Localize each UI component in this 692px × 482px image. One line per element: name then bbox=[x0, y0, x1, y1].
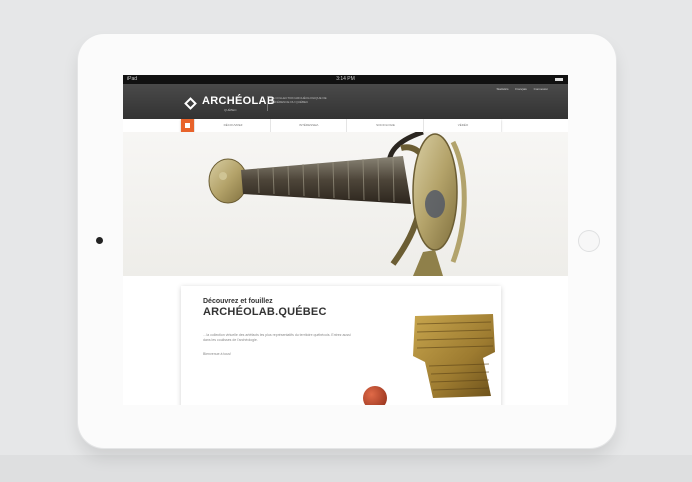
battery-icon bbox=[555, 78, 563, 81]
hero-image-sword bbox=[208, 132, 467, 276]
site-logo[interactable]: ARCHÉOLAB bbox=[202, 95, 275, 107]
intro-body: …la collection virtuelle des artéfacts l… bbox=[203, 333, 351, 342]
home-button[interactable] bbox=[578, 230, 600, 252]
intro-greeting: Bienvenue à tous! bbox=[203, 352, 232, 356]
divider bbox=[267, 96, 268, 111]
hero-carousel[interactable] bbox=[123, 132, 568, 276]
status-bar: iPad 3:14 PM bbox=[123, 75, 568, 84]
backdrop-floor bbox=[0, 455, 692, 482]
intro-heading: Découvrez et fouillez bbox=[203, 298, 273, 305]
camera bbox=[96, 237, 103, 244]
utility-link-language[interactable]: Français bbox=[515, 87, 527, 91]
utility-link-login[interactable]: Connexion bbox=[534, 87, 548, 91]
clock: 3:14 PM bbox=[336, 76, 355, 82]
utility-link-stats[interactable]: Statistics bbox=[496, 87, 508, 91]
site-tagline: LA COLLECTION ARCHÉOLOGIQUE DE RÉFÉRENCE… bbox=[271, 96, 327, 104]
main-nav: DÉCOUVREZ INTÉRESSEZ- SOCIOLOGIE VÉDÉO bbox=[181, 119, 501, 132]
screen: iPad 3:14 PM ARCHÉOLAB QUÉBEC LA COLLECT… bbox=[123, 75, 568, 405]
home-icon[interactable] bbox=[181, 119, 194, 132]
artifact-bead-image bbox=[363, 386, 387, 405]
intro-title: ARCHÉOLAB.QUÉBEC bbox=[203, 306, 327, 318]
site-header: ARCHÉOLAB QUÉBEC LA COLLECTION ARCHÉOLOG… bbox=[123, 84, 568, 119]
nav-item-interessez[interactable]: INTÉRESSEZ- bbox=[270, 119, 347, 132]
utility-nav: Statistics Français Connexion bbox=[490, 87, 548, 91]
nav-item-decouvrez[interactable]: DÉCOUVREZ bbox=[194, 119, 271, 132]
carousel-dots bbox=[335, 267, 350, 276]
logo-subtitle: QUÉBEC bbox=[224, 108, 237, 112]
logo-icon bbox=[184, 97, 197, 110]
intro-card: Découvrez et fouillez ARCHÉOLAB.QUÉBEC …… bbox=[181, 286, 501, 405]
nav-item-video[interactable]: VÉDÉO bbox=[423, 119, 502, 132]
nav-item-sociologie[interactable]: SOCIOLOGIE bbox=[346, 119, 424, 132]
artifact-fragment-image bbox=[413, 314, 495, 398]
ipad-device: iPad 3:14 PM ARCHÉOLAB QUÉBEC LA COLLECT… bbox=[78, 34, 616, 448]
